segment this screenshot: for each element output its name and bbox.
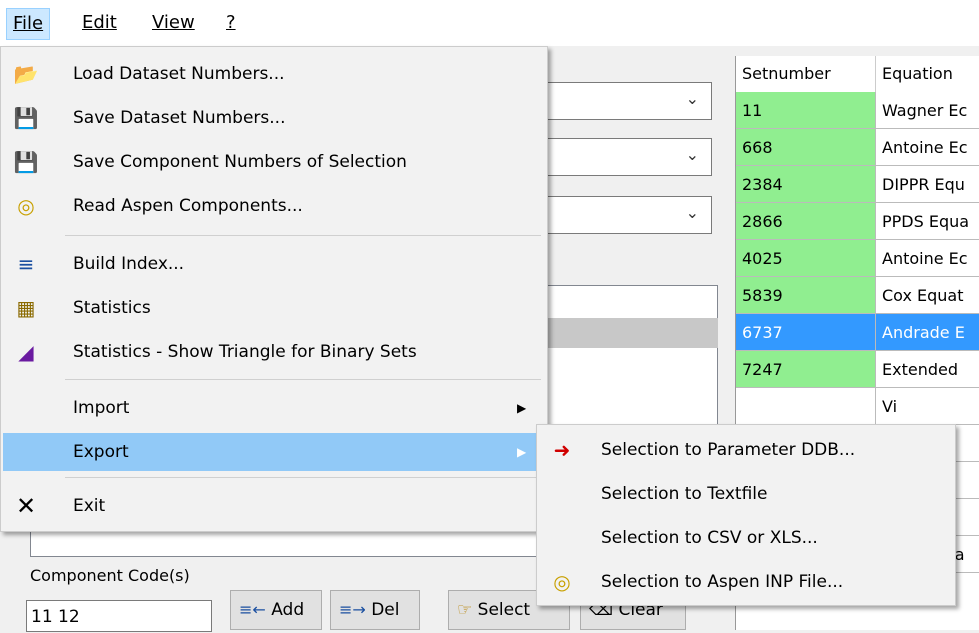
menu-item-export-aspen-inp[interactable]: ◎ Selection to Aspen INP File... [539, 563, 951, 601]
combo-1[interactable]: ⌄ [540, 82, 712, 120]
menu-item-statistics-triangle[interactable]: ◢ Statistics - Show Triangle for Binary … [3, 333, 543, 371]
cell-equation[interactable]: Cox Equat [876, 277, 979, 314]
component-code-input[interactable]: 11 12 [26, 600, 212, 632]
cell-setnumber[interactable]: 5839 [736, 277, 876, 314]
menu-file[interactable]: File [6, 8, 51, 40]
combo-3[interactable]: ⌄ [540, 196, 712, 234]
menu-item-import[interactable]: Import ▶ [3, 389, 543, 427]
table-row[interactable]: 4025 Antoine Ec [736, 240, 979, 277]
close-x-icon: ✕ [15, 492, 37, 520]
menu-item-build-index[interactable]: ≡ Build Index... [3, 245, 543, 283]
del-button[interactable]: ≡→ Del [330, 590, 420, 630]
menu-item-export-textfile[interactable]: Selection to Textfile [539, 475, 951, 513]
menu-separator [65, 379, 541, 380]
folder-open-icon: 📂 [13, 62, 39, 86]
cell-equation[interactable]: Vi [876, 388, 979, 425]
export-submenu: ➜ Selection to Parameter DDB... Selectio… [536, 424, 956, 606]
floppy-disk-icon: 💾 [13, 106, 39, 130]
delete-icon: ≡→ [339, 600, 366, 619]
cell-equation[interactable]: Andrade E [876, 314, 979, 351]
chevron-down-icon: ⌄ [685, 203, 699, 222]
aspen-icon: ◎ [17, 194, 35, 218]
submenu-arrow-icon: ▶ [517, 401, 527, 415]
col-setnumber[interactable]: Setnumber [736, 56, 876, 92]
cell-setnumber[interactable]: 668 [736, 129, 876, 166]
table-row[interactable]: 6737 Andrade E [736, 314, 979, 351]
menu-item-export-parameter-ddb[interactable]: ➜ Selection to Parameter DDB... [539, 431, 951, 469]
table-header: Setnumber Equation [736, 56, 979, 93]
cell-setnumber[interactable]: 7247 [736, 351, 876, 388]
menu-item-statistics[interactable]: ▦ Statistics [3, 289, 543, 327]
cell-setnumber[interactable]: 11 [736, 92, 876, 129]
menu-item-save-dataset[interactable]: 💾 Save Dataset Numbers... [3, 99, 543, 137]
menu-separator [65, 477, 541, 478]
table-row[interactable]: 2384 DIPPR Equ [736, 166, 979, 203]
menu-item-save-components[interactable]: 💾 Save Component Numbers of Selection [3, 143, 543, 181]
menu-edit[interactable]: Edit [76, 8, 123, 38]
add-button[interactable]: ≡← Add [230, 590, 322, 630]
export-arrow-icon: ➜ [553, 438, 571, 462]
menu-view[interactable]: View [146, 8, 201, 38]
cell-equation[interactable]: DIPPR Equ [876, 166, 979, 203]
floppy-disk-icon: 💾 [13, 150, 39, 174]
combo-2[interactable]: ⌄ [540, 138, 712, 176]
menu-separator [65, 235, 541, 236]
index-tree-icon: ≡ [17, 252, 35, 276]
pointing-hand-icon: ☞ [457, 600, 473, 620]
table-row[interactable]: 5839 Cox Equat [736, 277, 979, 314]
menu-item-load-dataset[interactable]: 📂 Load Dataset Numbers... [3, 55, 543, 93]
table-row[interactable]: Vi [736, 388, 979, 425]
table-row[interactable]: 668 Antoine Ec [736, 129, 979, 166]
menu-item-read-aspen[interactable]: ◎ Read Aspen Components... [3, 187, 543, 225]
table-row[interactable]: 2866 PPDS Equa [736, 203, 979, 240]
cell-setnumber[interactable]: 2384 [736, 166, 876, 203]
table-row[interactable]: 11 Wagner Ec [736, 92, 979, 129]
table-row[interactable]: 7247 Extended [736, 351, 979, 388]
col-equation[interactable]: Equation [876, 56, 979, 92]
component-code-label: Component Code(s) [30, 566, 190, 585]
menu-item-export-csv[interactable]: Selection to CSV or XLS... [539, 519, 951, 557]
cell-equation[interactable]: PPDS Equa [876, 203, 979, 240]
chevron-down-icon: ⌄ [685, 89, 699, 108]
submenu-arrow-icon: ▶ [517, 445, 527, 459]
cell-equation[interactable]: Antoine Ec [876, 240, 979, 277]
table-grid-icon: ▦ [16, 296, 36, 320]
cell-setnumber[interactable]: 2866 [736, 203, 876, 240]
cell-equation[interactable]: Wagner Ec [876, 92, 979, 129]
selected-grid-row[interactable] [540, 318, 718, 348]
menu-help[interactable]: ? [220, 8, 242, 38]
cell-equation[interactable]: Antoine Ec [876, 129, 979, 166]
aspen-icon: ◎ [553, 570, 571, 594]
cell-setnumber[interactable]: 6737 [736, 314, 876, 351]
chevron-down-icon: ⌄ [685, 145, 699, 164]
cell-setnumber[interactable]: 4025 [736, 240, 876, 277]
menu-bar: File Edit View ? [0, 0, 979, 46]
file-menu: 📂 Load Dataset Numbers... 💾 Save Dataset… [0, 46, 548, 532]
cell-equation[interactable]: Extended [876, 351, 979, 388]
menu-item-export[interactable]: Export ▶ [3, 433, 543, 471]
menu-item-exit[interactable]: ✕ Exit [3, 487, 543, 525]
add-icon: ≡← [239, 600, 266, 619]
triangle-stats-icon: ◢ [18, 340, 34, 364]
cell-setnumber[interactable] [736, 388, 876, 425]
